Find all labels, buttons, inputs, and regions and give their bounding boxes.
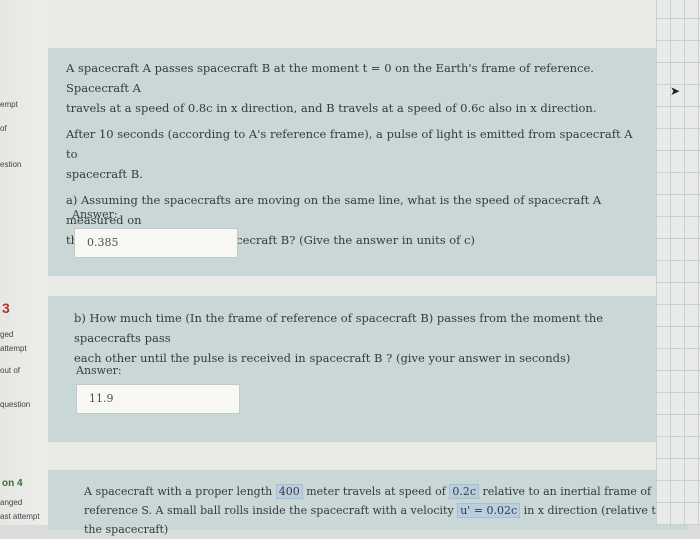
q2-out-of-label: of <box>0 124 7 133</box>
q4-line-1-c: relative to an inertial frame of <box>482 485 652 498</box>
q2-answer-input[interactable]: 0.385 <box>74 228 238 258</box>
question-3-text: b) How much time (In the frame of refere… <box>74 308 654 368</box>
q3-part-b-line-2: each other until the pulse is received i… <box>74 351 571 365</box>
question-4-text: A spacecraft with a proper length 400 me… <box>84 482 664 539</box>
q3-number: 3 <box>2 300 10 316</box>
q4-line-2-a: reference S. A small ball rolls inside t… <box>84 504 454 517</box>
q4-line-2: reference S. A small ball rolls inside t… <box>84 501 664 520</box>
q3-status-label: ged <box>0 330 14 339</box>
q3-part-b-line-1: b) How much time (In the frame of refere… <box>74 311 604 345</box>
q4-status-label: anged <box>0 498 23 507</box>
q4-length-field: 400 <box>275 484 303 499</box>
q2-line-4: spacecraft B. <box>66 167 143 181</box>
q4-line-1-b: meter travels at speed of <box>306 485 446 498</box>
q2-answer-label: Answer: <box>72 208 118 221</box>
q2-status-label: empt <box>0 100 18 109</box>
q3-attempt-label: attempt <box>0 344 27 353</box>
q4-line-1-a: A spacecraft with a proper length <box>84 485 273 498</box>
q3-flag-question[interactable]: question <box>0 400 30 409</box>
q2-line-1: A spacecraft A passes spacecraft B at th… <box>66 61 594 95</box>
question-4-box: A spacecraft with a proper length 400 me… <box>48 470 688 536</box>
q2-line-2: travels at a speed of 0.8c in x directio… <box>66 101 597 115</box>
q4-attempt-label: ast attempt <box>0 512 40 521</box>
q4-velocity-field: u' = 0.02c <box>457 503 521 518</box>
q4-line-3: the spacecraft) <box>84 523 169 536</box>
q2-line-3: After 10 seconds (according to A's refer… <box>66 127 633 161</box>
question-2-box: A spacecraft A passes spacecraft B at th… <box>48 48 688 276</box>
q2-part-a-line-1: a) Assuming the spacecrafts are moving o… <box>66 193 602 227</box>
q4-line-2-b: in x direction (relative to <box>523 504 663 517</box>
question-info-sidebar: empt of estion 3 ged attempt out of ques… <box>0 0 48 525</box>
q2-flag-label[interactable]: estion <box>0 160 21 169</box>
question-2-text: A spacecraft A passes spacecraft B at th… <box>66 58 646 250</box>
q4-speed-field: 0.2c <box>449 484 480 499</box>
q4-number: on 4 <box>2 478 23 489</box>
q4-line-1: A spacecraft with a proper length 400 me… <box>84 482 664 501</box>
q3-answer-label: Answer: <box>76 364 122 377</box>
background-wall <box>656 0 700 525</box>
mouse-cursor-icon: ➤ <box>669 84 680 98</box>
question-3-box: b) How much time (In the frame of refere… <box>48 296 688 442</box>
q3-answer-input[interactable]: 11.9 <box>76 384 240 414</box>
q3-out-of-label: out of <box>0 366 21 375</box>
